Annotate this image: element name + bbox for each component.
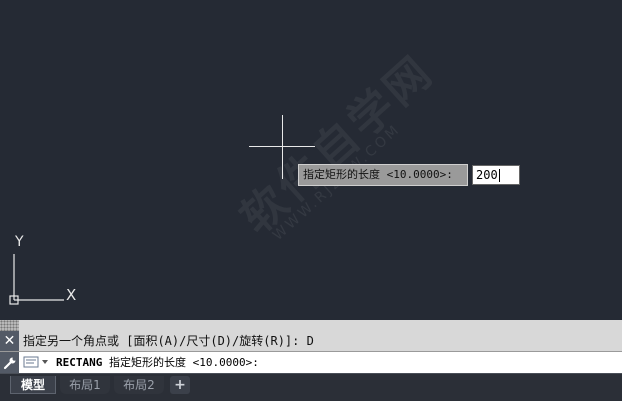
- ucs-icon: Y X: [9, 234, 76, 305]
- current-command-name: RECTANG: [56, 356, 103, 369]
- drawing-canvas[interactable]: 软件自学网 WWW.RJZXW.COM 指定矩形的长度 <10.0000>: 2…: [0, 0, 622, 320]
- dynamic-prompt-label: 指定矩形的长度 <10.0000>:: [298, 164, 468, 186]
- text-caret: [498, 169, 500, 182]
- dynamic-input-field[interactable]: 200: [472, 165, 520, 185]
- drag-grip-icon[interactable]: [0, 320, 19, 331]
- command-input-row[interactable]: RECTANG 指定矩形的长度 <10.0000>:: [0, 351, 622, 373]
- customize-wrench-icon[interactable]: [0, 352, 19, 373]
- close-icon[interactable]: ✕: [0, 331, 19, 351]
- tab-layout2[interactable]: 布局2: [114, 376, 164, 394]
- tab-layout1[interactable]: 布局1: [60, 376, 110, 394]
- recent-commands-icon: [23, 356, 48, 368]
- add-layout-button[interactable]: +: [170, 376, 190, 394]
- wrench-icon: [3, 357, 15, 370]
- tab-model[interactable]: 模型: [10, 376, 56, 394]
- command-line-panel: ✕ 指定另一个角点或 [面积(A)/尺寸(D)/旋转(R)]: D RECTAN…: [0, 320, 622, 373]
- crosshair-vertical: [282, 115, 283, 179]
- recent-commands-button[interactable]: [22, 354, 52, 370]
- current-command-prompt: 指定矩形的长度 <10.0000>:: [108, 356, 259, 369]
- command-prompt: RECTANG 指定矩形的长度 <10.0000>:: [56, 352, 259, 373]
- layout-tab-bar: 模型 布局1 布局2 +: [0, 373, 622, 401]
- ucs-y-label: Y: [14, 234, 24, 250]
- dynamic-input-value: 200: [476, 168, 498, 182]
- command-history: 指定另一个角点或 [面积(A)/尺寸(D)/旋转(R)]: D: [20, 331, 622, 351]
- watermark-text: 软件自学网: [231, 45, 444, 245]
- ucs-x-label: X: [66, 286, 76, 304]
